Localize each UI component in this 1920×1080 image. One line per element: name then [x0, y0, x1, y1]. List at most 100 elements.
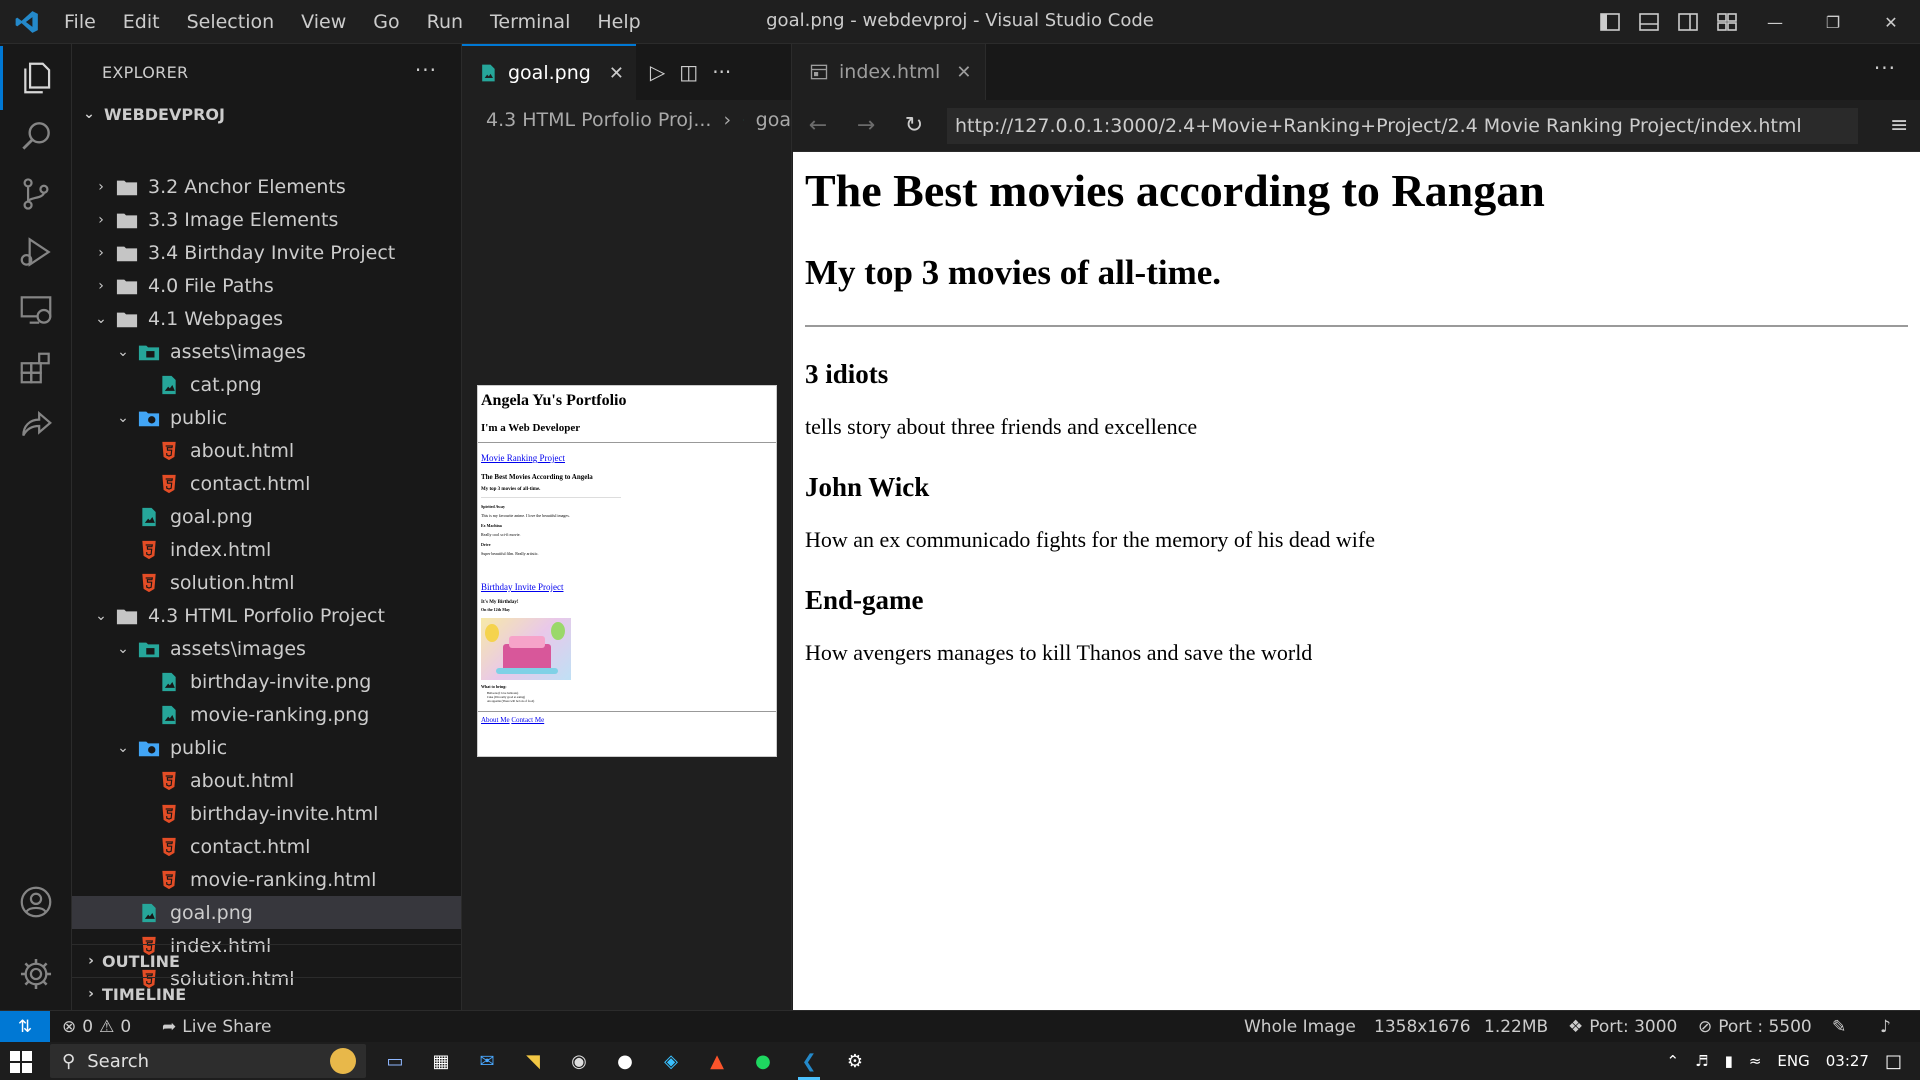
folder-row[interactable]: ⌄ public — [72, 401, 461, 434]
close-tab-icon[interactable]: ✕ — [609, 63, 624, 84]
remote-indicator-icon[interactable]: ⇅ — [0, 1011, 50, 1042]
edge-icon[interactable]: ◈ — [656, 1046, 686, 1076]
menu-terminal[interactable]: Terminal — [490, 11, 570, 33]
preview-subtitle: I'm a Web Developer — [481, 422, 581, 434]
file-row[interactable]: contact.html — [72, 830, 461, 863]
folder-row[interactable]: ⌄ 4.3 HTML Porfolio Project — [72, 599, 461, 632]
folder-row[interactable]: ⌄ assets\images — [72, 335, 461, 368]
battery-icon[interactable]: ▮ — [1725, 1052, 1733, 1070]
file-row[interactable]: contact.html — [72, 467, 461, 500]
folder-row[interactable]: › 3.3 Image Elements — [72, 203, 461, 236]
store-icon[interactable]: ▦ — [426, 1046, 456, 1076]
file-row[interactable]: cat.png — [72, 368, 461, 401]
port-5500-status[interactable]: ⊘ Port : 5500 — [1698, 1011, 1812, 1042]
more-actions-icon[interactable]: ··· — [1874, 56, 1896, 80]
run-debug-icon[interactable] — [0, 220, 72, 284]
port-3000-label: Port: 3000 — [1589, 1016, 1678, 1037]
folder-row[interactable]: › 3.2 Anchor Elements — [72, 170, 461, 203]
mail-icon[interactable]: ✉ — [472, 1046, 502, 1076]
hamburger-menu-icon[interactable]: ≡ — [1890, 113, 1920, 138]
url-input[interactable]: http://127.0.0.1:3000/2.4+Movie+Ranking+… — [947, 107, 1858, 144]
close-window-icon[interactable]: ✕ — [1862, 0, 1920, 44]
clock[interactable]: 03:27 — [1826, 1052, 1869, 1070]
more-actions-icon[interactable]: ··· — [415, 58, 437, 82]
tab-goal-png[interactable]: goal.png ✕ — [462, 44, 636, 100]
remote-explorer-icon[interactable] — [0, 278, 72, 342]
restore-icon[interactable]: ❐ — [1804, 0, 1862, 44]
live-share-status[interactable]: ➦ Live Share — [162, 1011, 271, 1042]
language-indicator[interactable]: ENG — [1777, 1052, 1809, 1070]
accounts-icon[interactable] — [0, 870, 72, 934]
search-icon[interactable] — [0, 104, 72, 168]
file-row[interactable]: goal.png — [72, 896, 461, 929]
feedback-icon[interactable]: ✎ — [1832, 1011, 1846, 1042]
tab-index-html[interactable]: index.html ✕ — [793, 44, 987, 100]
customize-layout-icon[interactable] — [1715, 10, 1739, 34]
vscode-logo-icon[interactable] — [14, 9, 40, 35]
folder-row[interactable]: › 4.0 File Paths — [72, 269, 461, 302]
notifications-bell-icon[interactable]: ♪ — [1880, 1011, 1891, 1042]
file-row[interactable]: birthday-invite.html — [72, 797, 461, 830]
wifi-icon[interactable]: ≈ — [1749, 1052, 1762, 1070]
folder-row[interactable]: ⌄ public — [72, 731, 461, 764]
file-row[interactable]: birthday-invite.png — [72, 665, 461, 698]
toggle-sidebar-icon[interactable] — [1598, 10, 1622, 34]
reload-icon[interactable]: ↻ — [899, 113, 929, 138]
menu-selection[interactable]: Selection — [187, 11, 275, 33]
settings-gear-icon[interactable] — [0, 942, 72, 1006]
workspace-root[interactable]: ⌄ WEBDEVPROJ — [72, 100, 461, 128]
github-icon[interactable]: ◉ — [564, 1046, 594, 1076]
menu-go[interactable]: Go — [373, 11, 399, 33]
file-row[interactable]: about.html — [72, 764, 461, 797]
breadcrumb-folder[interactable]: 4.3 HTML Porfolio Proj... — [486, 109, 711, 131]
brave-icon[interactable]: ▲ — [702, 1046, 732, 1076]
live-share-icon[interactable] — [0, 394, 72, 458]
spotify-icon[interactable]: ● — [748, 1046, 778, 1076]
more-actions-icon[interactable]: ··· — [712, 60, 731, 84]
minimize-icon[interactable]: — — [1746, 0, 1804, 44]
close-tab-icon[interactable]: ✕ — [956, 62, 971, 83]
menu-file[interactable]: File — [64, 11, 96, 33]
windows-start-icon[interactable] — [10, 1051, 32, 1077]
source-control-icon[interactable] — [0, 162, 72, 226]
folder-row[interactable]: ⌄ 4.1 Webpages — [72, 302, 461, 335]
breadcrumb-file[interactable]: goa — [756, 109, 791, 131]
timeline-section[interactable]: › TIMELINE — [72, 977, 461, 1010]
file-row[interactable]: goal.png — [72, 500, 461, 533]
taskbar-search[interactable]: ⚲ Search — [50, 1044, 366, 1078]
file-row[interactable]: movie-ranking.png — [72, 698, 461, 731]
menu-help[interactable]: Help — [597, 11, 640, 33]
run-icon[interactable]: ▷ — [650, 60, 665, 84]
toggle-panel-icon[interactable] — [1637, 10, 1661, 34]
toggle-secondary-sidebar-icon[interactable] — [1676, 10, 1700, 34]
file-row[interactable]: about.html — [72, 434, 461, 467]
menu-run[interactable]: Run — [427, 11, 463, 33]
notification-center-icon[interactable]: □ — [1885, 1051, 1902, 1072]
zoom-status[interactable]: Whole Image — [1244, 1011, 1356, 1042]
outline-section[interactable]: › OUTLINE — [72, 944, 461, 977]
vscode-taskbar-icon[interactable]: ❮ — [794, 1046, 824, 1080]
menu-edit[interactable]: Edit — [123, 11, 160, 33]
file-row[interactable]: solution.html — [72, 566, 461, 599]
chevron-up-icon[interactable]: ⌃ — [1667, 1052, 1680, 1070]
menu-view[interactable]: View — [301, 11, 346, 33]
settings-gear-icon[interactable]: ⚙ — [840, 1046, 870, 1076]
volume-icon[interactable]: ♬ — [1695, 1052, 1708, 1070]
weather-icon[interactable] — [330, 1048, 356, 1074]
port-3000-status[interactable]: ❖ Port: 3000 — [1568, 1011, 1677, 1042]
problems-indicator[interactable]: ⊗ 0 ⚠ 0 — [62, 1011, 131, 1042]
folder-row[interactable]: ⌄ assets\images — [72, 632, 461, 665]
explorer-icon[interactable] — [0, 46, 72, 110]
extensions-icon[interactable] — [0, 336, 72, 400]
cube-app-icon[interactable]: ▭ — [380, 1046, 410, 1076]
images-folder-icon — [138, 341, 160, 363]
split-editor-icon[interactable]: ◫ — [679, 60, 698, 84]
signal-icon[interactable]: ● — [610, 1046, 640, 1076]
back-arrow-icon[interactable]: ← — [803, 113, 833, 138]
tree-item-label: birthday-invite.html — [190, 802, 379, 825]
file-explorer-icon[interactable]: ◥ — [518, 1046, 548, 1076]
file-row[interactable]: movie-ranking.html — [72, 863, 461, 896]
folder-row[interactable]: › 3.4 Birthday Invite Project — [72, 236, 461, 269]
forward-arrow-icon[interactable]: → — [851, 113, 881, 138]
file-row[interactable]: index.html — [72, 533, 461, 566]
